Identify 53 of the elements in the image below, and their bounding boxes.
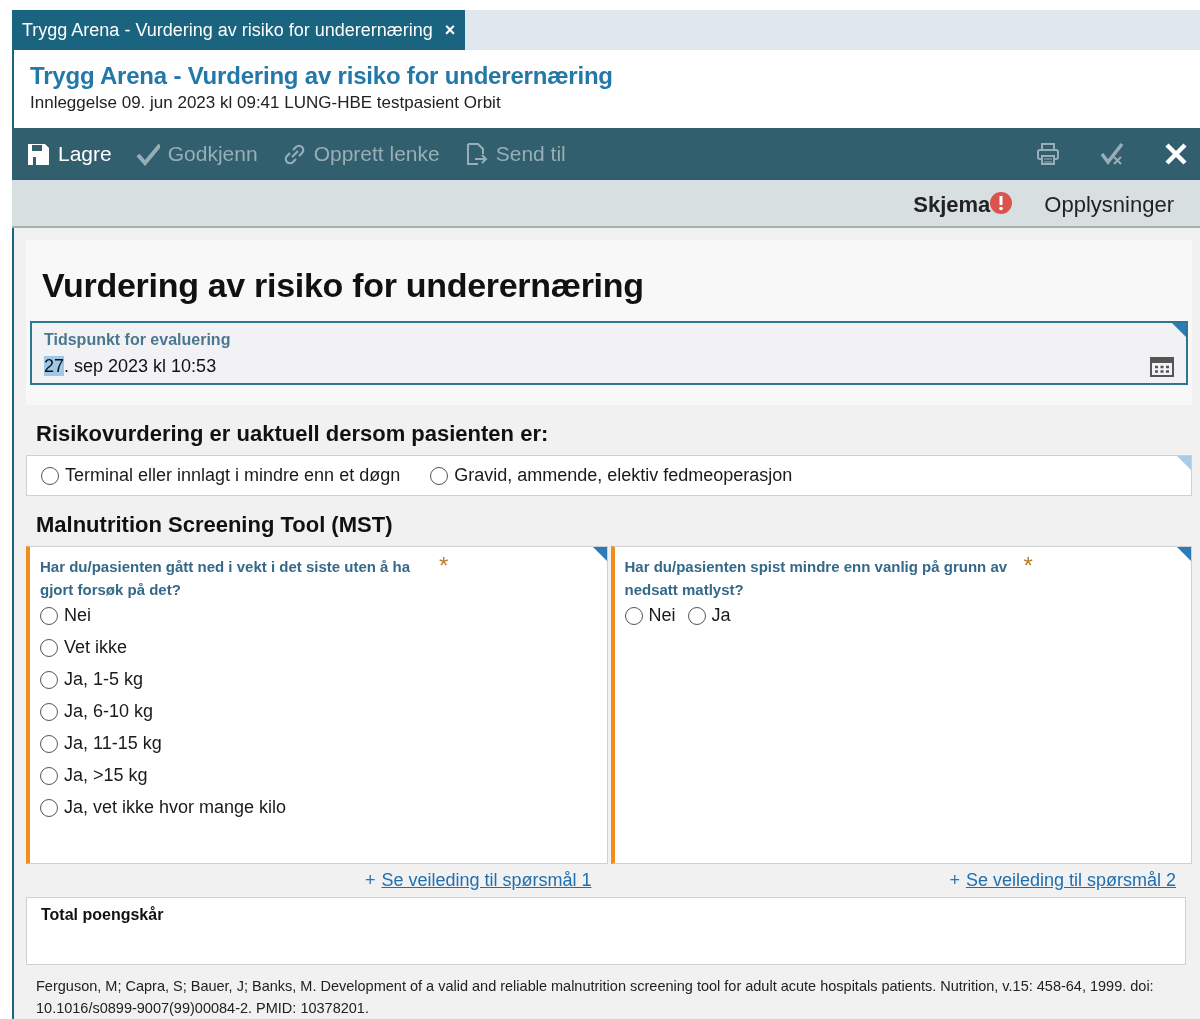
radio-button[interactable]: [40, 798, 58, 817]
radio-button[interactable]: [41, 466, 59, 485]
section-heading: Malnutrition Screening Tool (MST): [36, 512, 394, 538]
citation-text: Ferguson, M; Capra, S; Bauer, J; Banks, M. Development of a valid and reliable malnutrition screening tool for adult acute hospitals patients. Nutrition, v.15: 458-64, 1999. doi: 10.1016/s0899-9007(99)00084-2. PMID: 10378201.: [36, 977, 1155, 1018]
radio-label: Ja: [711, 605, 731, 626]
close-tab-button[interactable]: ×: [444, 19, 456, 41]
question-text: Har du/pasienten gått ned i vekt i det siste uten å ha gjort forsøk på det?: [40, 557, 412, 600]
radio-label: Nei: [64, 605, 91, 626]
document-tab[interactable]: Trygg Arena - Vurdering av risiko for underernæring ×: [12, 10, 466, 50]
radio-label: Ja, 11-15 kg: [64, 733, 162, 754]
corner-marker-icon: [1177, 547, 1191, 561]
radio-button[interactable]: [40, 766, 58, 785]
radio-button[interactable]: [687, 606, 706, 625]
radio-button[interactable]: [40, 606, 58, 625]
radio-label: Gravid, ammende, elektiv fedmeoperasjon: [454, 465, 793, 486]
radio-label: Nei: [648, 605, 676, 626]
close-button[interactable]: [1164, 142, 1188, 166]
date-field[interactable]: Tidspunkt for evaluering 27. sep 2023 kl 10:53: [30, 321, 1188, 385]
patient-info: Innleggelse 09. jun 2023 kl 09:41 LUNG-HBE testpasient Orbit: [30, 93, 502, 113]
corner-marker-icon: [1172, 323, 1186, 337]
guide-link[interactable]: Se veileding til spørsmål 2: [965, 870, 1176, 891]
form-title: Vurdering av risiko for underernæring: [42, 266, 645, 305]
radio-label: Ja, >15 kg: [64, 765, 148, 786]
radio-button[interactable]: [430, 466, 449, 485]
score-label: Total poengskår: [41, 906, 164, 923]
save-icon: [26, 142, 50, 166]
error-icon: [990, 192, 1013, 214]
radio-button[interactable]: [40, 734, 58, 753]
required-mark: *: [1023, 555, 1033, 577]
calendar-icon[interactable]: [1150, 355, 1174, 377]
radio-button[interactable]: [40, 702, 58, 721]
document-title: Trygg Arena - Vurdering av risiko for underernæring: [30, 62, 614, 90]
radio-button[interactable]: [40, 670, 58, 689]
view-tab[interactable]: Skjema: [907, 191, 1019, 226]
question-text: Har du/pasienten spist mindre enn vanlig på grunn av nedsatt matlyst?: [624, 557, 1009, 600]
selected-text: 27: [44, 355, 65, 376]
radio-label: Terminal eller innlagt i mindre enn et døgn: [65, 465, 401, 486]
required-mark: *: [439, 555, 449, 577]
expand-icon: +: [949, 870, 960, 891]
checkmark-icon: [135, 142, 160, 166]
expand-icon: +: [364, 870, 376, 891]
radio-label: Ja, 1-5 kg: [64, 669, 144, 690]
corner-marker-icon: [1177, 456, 1191, 470]
save-button[interactable]: Lagre: [26, 142, 112, 166]
radio-label: Ja, 6-10 kg: [64, 701, 154, 722]
view-tab[interactable]: Opplysninger: [1038, 191, 1180, 226]
radio-label: Ja, vet ikke hvor mange kilo: [64, 797, 287, 818]
radio-button[interactable]: [624, 606, 643, 625]
guide-link[interactable]: Se veileding til spørsmål 1: [381, 870, 592, 891]
tab-title: Trygg Arena - Vurdering av risiko for underernæring: [22, 19, 433, 41]
radio-button[interactable]: [40, 638, 58, 657]
radio-label: Vet ikke: [64, 637, 128, 658]
section-heading: Risikovurdering er uaktuell dersom pasienten er:: [36, 421, 550, 447]
